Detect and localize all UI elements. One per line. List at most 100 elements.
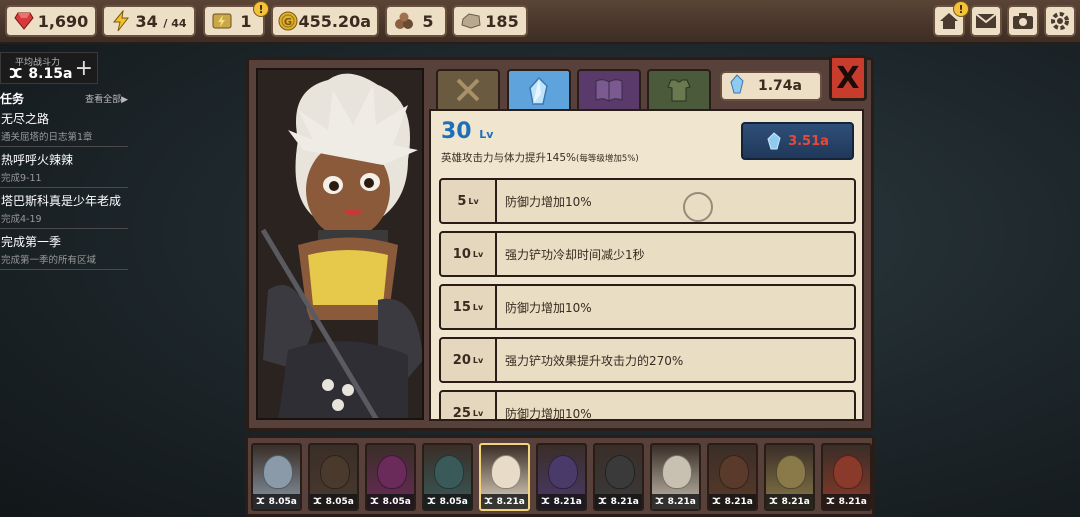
- quest-name: 完成第一季: [1, 235, 62, 249]
- hero-card[interactable]: ⵋ 8.21a: [593, 443, 644, 511]
- gem-icon: [11, 12, 37, 30]
- level-description-text: 英雄攻击力与体力提升145%: [441, 152, 577, 164]
- hero-avatar: [719, 455, 749, 489]
- hero-avatar: [491, 455, 521, 489]
- milestone-level-unit: Lv: [472, 408, 484, 418]
- quest-item[interactable]: 塔巴斯科真是少年老成 完成4-19: [0, 188, 128, 229]
- camera-icon: [1013, 13, 1033, 29]
- bolt-ticket-icon: [209, 11, 235, 31]
- gold-value: 455.20a: [298, 11, 371, 31]
- swords-icon: [456, 78, 480, 102]
- hero-card[interactable]: ⵋ 8.21a: [536, 443, 587, 511]
- hero-card[interactable]: ⵋ 8.05a: [251, 443, 302, 511]
- loading-spinner-icon: [683, 192, 713, 222]
- hero-avatar: [377, 455, 407, 489]
- hero-card[interactable]: ⵋ 8.21a: [764, 443, 815, 511]
- hero-power: ⵋ 8.21a: [652, 494, 699, 509]
- hero-avatar: [776, 455, 806, 489]
- average-power-value: ⵋ 8.15a: [9, 66, 73, 82]
- crystal-icon: [767, 132, 781, 150]
- milestone-row: 20 Lv 强力铲功效果提升攻击力的270%: [439, 337, 856, 383]
- milestone-text: 强力铲功冷却时间减少1秒: [497, 233, 854, 275]
- settings-icon: [1051, 12, 1069, 30]
- milestone-row: 5 Lv 防御力增加10%: [439, 178, 856, 224]
- milestone-level-unit: Lv: [468, 196, 479, 206]
- milestone-row: 15 Lv 防御力增加10%: [439, 284, 856, 330]
- hero-power: ⵋ 8.21a: [709, 494, 756, 509]
- ore-value: 5: [422, 11, 434, 31]
- milestone-level-unit: Lv: [472, 302, 484, 312]
- milestone-text: 防御力增加10%: [497, 392, 854, 419]
- quest-name: 热呼呼火辣辣: [1, 153, 74, 167]
- home-button[interactable]: !: [933, 1, 969, 37]
- quest-panel: 任务 查看全部▶ 无尽之路 通关屈塔的日志第1章 热呼呼火辣辣 完成9-11 塔…: [0, 90, 128, 270]
- upgrade-cost: 3.51a: [788, 133, 829, 149]
- hero-level-value: 30: [441, 119, 472, 144]
- add-power-button[interactable]: +: [75, 56, 93, 81]
- milestone-text: 防御力增加10%: [497, 180, 854, 222]
- quest-desc: 通关屈塔的日志第1章: [1, 132, 93, 143]
- quest-item[interactable]: 热呼呼火辣辣 完成9-11: [0, 147, 128, 188]
- upgrade-button[interactable]: 3.51a: [741, 122, 854, 160]
- hero-power: ⵋ 8.21a: [823, 494, 870, 509]
- quest-item[interactable]: 完成第一季 完成第一季的所有区域: [0, 229, 128, 270]
- hero-card[interactable]: ⵋ 8.21a: [479, 443, 530, 511]
- hero-power: ⵋ 8.05a: [310, 494, 357, 509]
- quest-title: 任务: [0, 91, 25, 106]
- crystal-balance-value: 1.74a: [758, 78, 802, 94]
- tab-skills[interactable]: [577, 69, 641, 109]
- tab-equipment[interactable]: [436, 69, 500, 109]
- hero-avatar: [605, 455, 635, 489]
- quest-desc: 完成4-19: [1, 214, 42, 225]
- mail-icon: [975, 13, 997, 28]
- tab-crystal[interactable]: [507, 69, 571, 110]
- milestone-level: 25: [452, 405, 471, 421]
- view-all-link[interactable]: 查看全部▶: [85, 92, 128, 105]
- quest-desc: 完成9-11: [1, 173, 42, 184]
- quest-item[interactable]: 无尽之路 通关屈塔的日志第1章: [0, 106, 128, 147]
- energy-counter[interactable]: 34 / 44: [102, 5, 196, 37]
- quest-desc: 完成第一季的所有区域: [1, 255, 97, 266]
- hero-card[interactable]: ⵋ 8.05a: [365, 443, 416, 511]
- hero-card[interactable]: ⵋ 8.05a: [308, 443, 359, 511]
- camera-button[interactable]: [1007, 5, 1039, 37]
- lightning-icon: [108, 10, 134, 32]
- level-description-note: (每等级增加5%): [576, 154, 639, 164]
- hero-card[interactable]: ⵋ 8.21a: [821, 443, 872, 511]
- ore-counter[interactable]: 5: [385, 5, 447, 37]
- crystal-icon: [728, 74, 746, 98]
- gems-counter[interactable]: 1,690: [5, 5, 97, 37]
- milestone-level: 20: [452, 352, 471, 368]
- hero-power: ⵋ 8.21a: [538, 494, 585, 509]
- stone-counter[interactable]: 185: [452, 5, 528, 37]
- svg-text:G: G: [284, 17, 292, 28]
- level-description: 英雄攻击力与体力提升145%(每等级增加5%): [441, 150, 639, 165]
- hero-avatar: [263, 455, 293, 489]
- gold-counter[interactable]: G 455.20a: [271, 5, 379, 37]
- crystal-icon: [529, 76, 548, 105]
- milestone-level: 10: [452, 246, 471, 262]
- close-icon: X: [836, 60, 860, 96]
- hero-card[interactable]: ⵋ 8.21a: [650, 443, 701, 511]
- keys-counter[interactable]: 1 !: [203, 1, 269, 37]
- tab-outfit[interactable]: [647, 69, 711, 109]
- crystal-balance: 1.74a: [720, 71, 822, 101]
- stone-value: 185: [485, 11, 519, 31]
- close-button[interactable]: X: [829, 55, 867, 101]
- milestone-row: 25 Lv 防御力增加10%: [439, 390, 856, 421]
- average-power-box: 平均战斗力 ⵋ 8.15a +: [0, 52, 98, 84]
- hero-level: 30 Lv: [441, 119, 493, 144]
- milestone-text: 防御力增加10%: [497, 286, 854, 328]
- hero-card[interactable]: ⵋ 8.05a: [422, 443, 473, 511]
- hero-avatar: [833, 455, 863, 489]
- milestone-level: 5: [457, 193, 467, 209]
- mail-button[interactable]: [970, 5, 1002, 37]
- hero-power: ⵋ 8.05a: [424, 494, 471, 509]
- milestone-level-unit: Lv: [472, 355, 484, 365]
- hero-power: ⵋ 8.05a: [253, 494, 300, 509]
- settings-button[interactable]: [1044, 5, 1076, 37]
- hero-card[interactable]: ⵋ 8.21a: [707, 443, 758, 511]
- hero-power: ⵋ 8.21a: [595, 494, 642, 509]
- milestone-level-unit: Lv: [472, 249, 484, 259]
- milestone-list: 5 Lv 防御力增加10% 10 Lv 强力铲功冷却时间减少1秒 15 Lv 防御力增…: [439, 178, 856, 421]
